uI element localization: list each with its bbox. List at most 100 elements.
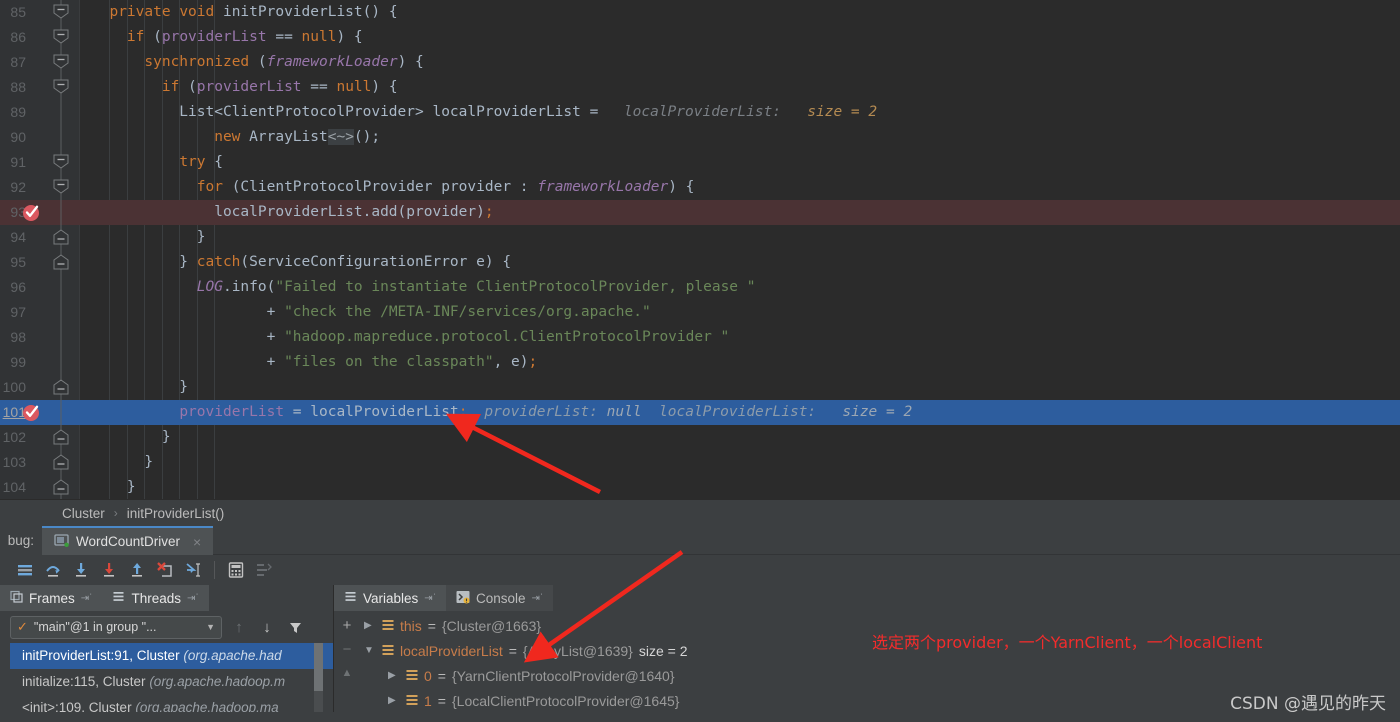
force-step-into-icon[interactable] [96, 557, 122, 583]
filter-icon[interactable] [284, 616, 306, 638]
code-token: , e) [493, 354, 529, 370]
code-line[interactable]: 99 + "files on the classpath", e); [0, 350, 1400, 375]
fold-collapse-icon[interactable] [52, 25, 70, 50]
code-token: + [92, 354, 285, 370]
chevron-right-icon[interactable]: ▶ [364, 620, 376, 631]
debug-tab-bar: bug: WordCountDriver × [0, 526, 1400, 555]
variable-row[interactable]: ▶ 0 = {YarnClientProtocolProvider@1640} [364, 663, 1400, 688]
inline-hint-name-2: localProviderList: [659, 404, 817, 420]
pin-icon[interactable]: ⇥ˈ [81, 593, 93, 604]
bottom-strip [0, 712, 1400, 722]
frames-scrollbar[interactable] [314, 643, 323, 722]
fold-expand-icon[interactable] [52, 450, 70, 475]
code-text: + "check the /META-INF/services/org.apac… [92, 300, 651, 325]
code-line[interactable]: 90 new ArrayList<~>(); [0, 125, 1400, 150]
fold-expand-icon[interactable] [52, 225, 70, 250]
stack-frame-item[interactable]: initProviderList:91, Cluster (org.apache… [10, 643, 333, 669]
chevron-right-icon[interactable]: ▶ [388, 695, 400, 706]
debug-session-tab[interactable]: WordCountDriver × [42, 526, 214, 555]
code-token: List<ClientProtocolProvider> localProvid… [92, 104, 599, 120]
code-line[interactable]: 103 } [0, 450, 1400, 475]
frame-up-button[interactable]: ↑ [228, 616, 250, 638]
remove-watch-button[interactable]: − [337, 639, 357, 659]
code-line[interactable]: 101 providerList = localProviderList; pro… [0, 400, 1400, 425]
breadcrumb-method[interactable]: initProviderList() [127, 506, 225, 521]
fold-collapse-icon[interactable] [52, 175, 70, 200]
fold-expand-icon[interactable] [52, 375, 70, 400]
code-line[interactable]: 98 + "hadoop.mapreduce.protocol.ClientPr… [0, 325, 1400, 350]
variable-value: {ArrayList@1639} [522, 642, 633, 659]
code-line[interactable]: 94 } [0, 225, 1400, 250]
line-number: 102 [2, 429, 26, 445]
chevron-down-icon[interactable]: ▼ [206, 622, 215, 632]
pin-icon[interactable]: ⇥ˈ [187, 593, 199, 604]
fold-expand-icon[interactable] [52, 425, 70, 450]
move-up-button[interactable]: ▲ [337, 663, 357, 683]
step-out-icon[interactable] [124, 557, 150, 583]
inline-hint-name-1: providerList: [484, 404, 598, 420]
code-line[interactable]: 89 List<ClientProtocolProvider> localPro… [0, 100, 1400, 125]
tab-frames[interactable]: Frames ⇥ˈ [0, 585, 103, 611]
line-number: 103 [2, 454, 26, 470]
fold-collapse-icon[interactable] [52, 0, 70, 25]
calculator-icon[interactable] [223, 557, 249, 583]
variables-tab-bar: Variables ⇥ˈ Console ⇥ˈ [334, 585, 1400, 611]
breakpoint-icon[interactable] [22, 403, 41, 422]
stack-frames-list[interactable]: initProviderList:91, Cluster (org.apache… [10, 643, 333, 721]
fold-expand-icon[interactable] [52, 250, 70, 275]
pin-icon[interactable]: ⇥ˈ [532, 593, 544, 604]
code-token: + [92, 304, 285, 320]
fold-none-icon [52, 100, 70, 125]
breadcrumb[interactable]: Cluster › initProviderList() [0, 499, 1400, 526]
stack-frame-item[interactable]: initialize:115, Cluster (org.apache.hado… [10, 669, 333, 695]
code-line[interactable]: 95 } catch(ServiceConfigurationError e) … [0, 250, 1400, 275]
fold-collapse-icon[interactable] [52, 50, 70, 75]
inline-hint-value: size = 2 [807, 104, 878, 120]
show-execution-point-icon[interactable] [12, 557, 38, 583]
console-icon [456, 590, 470, 607]
code-line[interactable]: 100 } [0, 375, 1400, 400]
run-to-cursor-icon[interactable] [180, 557, 206, 583]
fold-expand-icon[interactable] [52, 475, 70, 499]
layout-icon[interactable] [251, 557, 277, 583]
frames-scrollbar-thumb[interactable] [314, 643, 323, 691]
fold-none-icon [52, 325, 70, 350]
code-line[interactable]: 88 if (providerList == null) { [0, 75, 1400, 100]
pin-icon[interactable]: ⇥ˈ [424, 593, 436, 604]
code-line[interactable]: 93 localProviderList.add(provider); [0, 200, 1400, 225]
code-line[interactable]: 104 } [0, 475, 1400, 499]
code-line[interactable]: 97 + "check the /META-INF/services/org.a… [0, 300, 1400, 325]
tab-variables[interactable]: Variables ⇥ˈ [334, 585, 446, 611]
code-editor[interactable]: 85 private void initProviderList() {86 i… [0, 0, 1400, 499]
breadcrumb-class[interactable]: Cluster [62, 506, 105, 521]
line-number: 91 [10, 154, 26, 170]
code-line[interactable]: 86 if (providerList == null) { [0, 25, 1400, 50]
code-text: List<ClientProtocolProvider> localProvid… [92, 100, 598, 125]
code-line[interactable]: 102 } [0, 425, 1400, 450]
fold-collapse-icon[interactable] [52, 150, 70, 175]
breakpoint-icon[interactable] [22, 203, 41, 222]
debugger-toolbar[interactable] [0, 555, 1400, 585]
chevron-down-icon[interactable]: ▼ [364, 645, 376, 656]
code-token: private [109, 4, 171, 20]
drop-frame-icon[interactable] [152, 557, 178, 583]
code-line[interactable]: 85 private void initProviderList() { [0, 0, 1400, 25]
fold-collapse-icon[interactable] [52, 75, 70, 100]
code-token: synchronized [144, 54, 250, 70]
tab-threads[interactable]: Threads ⇥ˈ [102, 585, 209, 611]
add-watch-button[interactable]: + [337, 615, 357, 635]
code-line[interactable]: 87 synchronized (frameworkLoader) { [0, 50, 1400, 75]
chevron-right-icon[interactable]: ▶ [388, 670, 400, 681]
thread-selector[interactable]: ✓ "main"@1 in group "... ▼ [10, 615, 222, 639]
code-line[interactable]: 91 try { [0, 150, 1400, 175]
code-line[interactable]: 92 for (ClientProtocolProvider provider … [0, 175, 1400, 200]
step-into-icon[interactable] [68, 557, 94, 583]
close-icon[interactable]: × [193, 534, 201, 550]
tab-console[interactable]: Console ⇥ˈ [446, 585, 554, 611]
step-over-icon[interactable] [40, 557, 66, 583]
code-line[interactable]: 96 LOG.info("Failed to instantiate Clien… [0, 275, 1400, 300]
frame-down-button[interactable]: ↓ [256, 616, 278, 638]
